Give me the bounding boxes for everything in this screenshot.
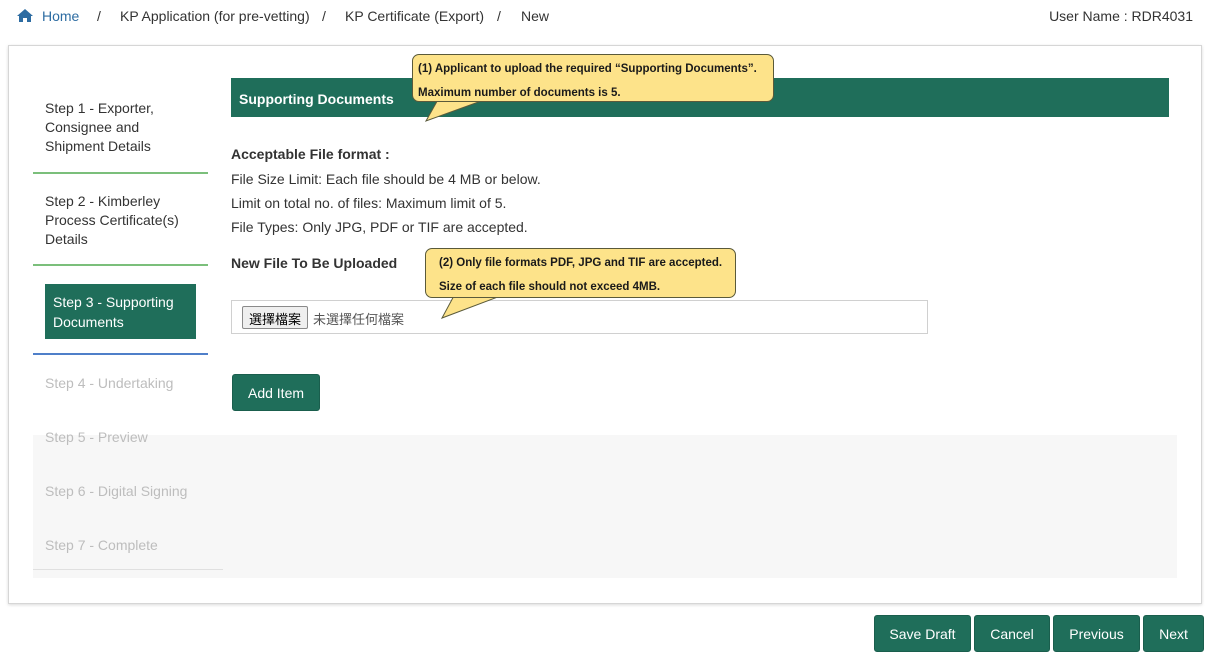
cancel-button[interactable]: Cancel xyxy=(974,615,1050,652)
next-button[interactable]: Next xyxy=(1143,615,1204,652)
file-types-text: File Types: Only JPG, PDF or TIF are acc… xyxy=(231,219,528,235)
step-divider xyxy=(33,264,208,266)
callout-1-line-1: (1) Applicant to upload the required “Su… xyxy=(418,63,757,75)
step-5-link: Step 5 - Preview xyxy=(45,429,148,445)
breadcrumb-kp-certificate[interactable]: KP Certificate (Export) xyxy=(345,8,484,24)
step-6-link: Step 6 - Digital Signing xyxy=(45,483,188,499)
step-divider-active xyxy=(33,353,208,355)
file-size-limit-text: File Size Limit: Each file should be 4 M… xyxy=(231,171,541,187)
callout-2-line-1: (2) Only file formats PDF, JPG and TIF a… xyxy=(439,257,723,269)
step-7-link: Step 7 - Complete xyxy=(45,537,158,553)
callout-2: (2) Only file formats PDF, JPG and TIF a… xyxy=(425,248,736,298)
home-icon[interactable] xyxy=(16,8,34,23)
acceptable-format-label: Acceptable File format : xyxy=(231,146,390,162)
callout-1: (1) Applicant to upload the required “Su… xyxy=(412,54,774,102)
breadcrumb-separator: / xyxy=(497,8,501,24)
breadcrumb-current: New xyxy=(521,8,550,24)
breadcrumb-kp-application[interactable]: KP Application (for pre-vetting) xyxy=(120,8,310,24)
add-item-button[interactable]: Add Item xyxy=(232,374,320,411)
grey-background-area xyxy=(33,435,1177,578)
previous-button[interactable]: Previous xyxy=(1053,615,1140,652)
file-count-limit-text: Limit on total no. of files: Maximum lim… xyxy=(231,195,507,211)
choose-file-button[interactable]: 選擇檔案 xyxy=(242,306,309,329)
no-file-selected-text: 未選擇任何檔案 xyxy=(313,312,405,327)
step-1-link[interactable]: Step 1 - Exporter, Consignee and Shipmen… xyxy=(45,99,195,156)
step-2-link[interactable]: Step 2 - Kimberley Process Certificate(s… xyxy=(45,192,195,249)
step-divider xyxy=(33,569,223,570)
step-3-active[interactable]: Step 3 - Supporting Documents xyxy=(45,284,196,339)
breadcrumb-separator: / xyxy=(97,8,101,24)
callout-1-line-2: Maximum number of documents is 5. xyxy=(418,87,621,99)
callout-2-line-2: Size of each file should not exceed 4MB. xyxy=(439,281,661,293)
breadcrumb-separator: / xyxy=(322,8,326,24)
user-name: User Name : RDR4031 xyxy=(1049,8,1193,24)
step-divider xyxy=(33,172,208,174)
new-file-label: New File To Be Uploaded xyxy=(231,255,398,271)
step-4-link: Step 4 - Undertaking xyxy=(45,375,174,391)
file-upload-field[interactable]: 選擇檔案 未選擇任何檔案 xyxy=(231,300,928,334)
breadcrumb-home-link[interactable]: Home xyxy=(42,8,79,24)
save-draft-button[interactable]: Save Draft xyxy=(874,615,971,652)
top-bar: Home / KP Application (for pre-vetting) … xyxy=(0,0,1210,32)
